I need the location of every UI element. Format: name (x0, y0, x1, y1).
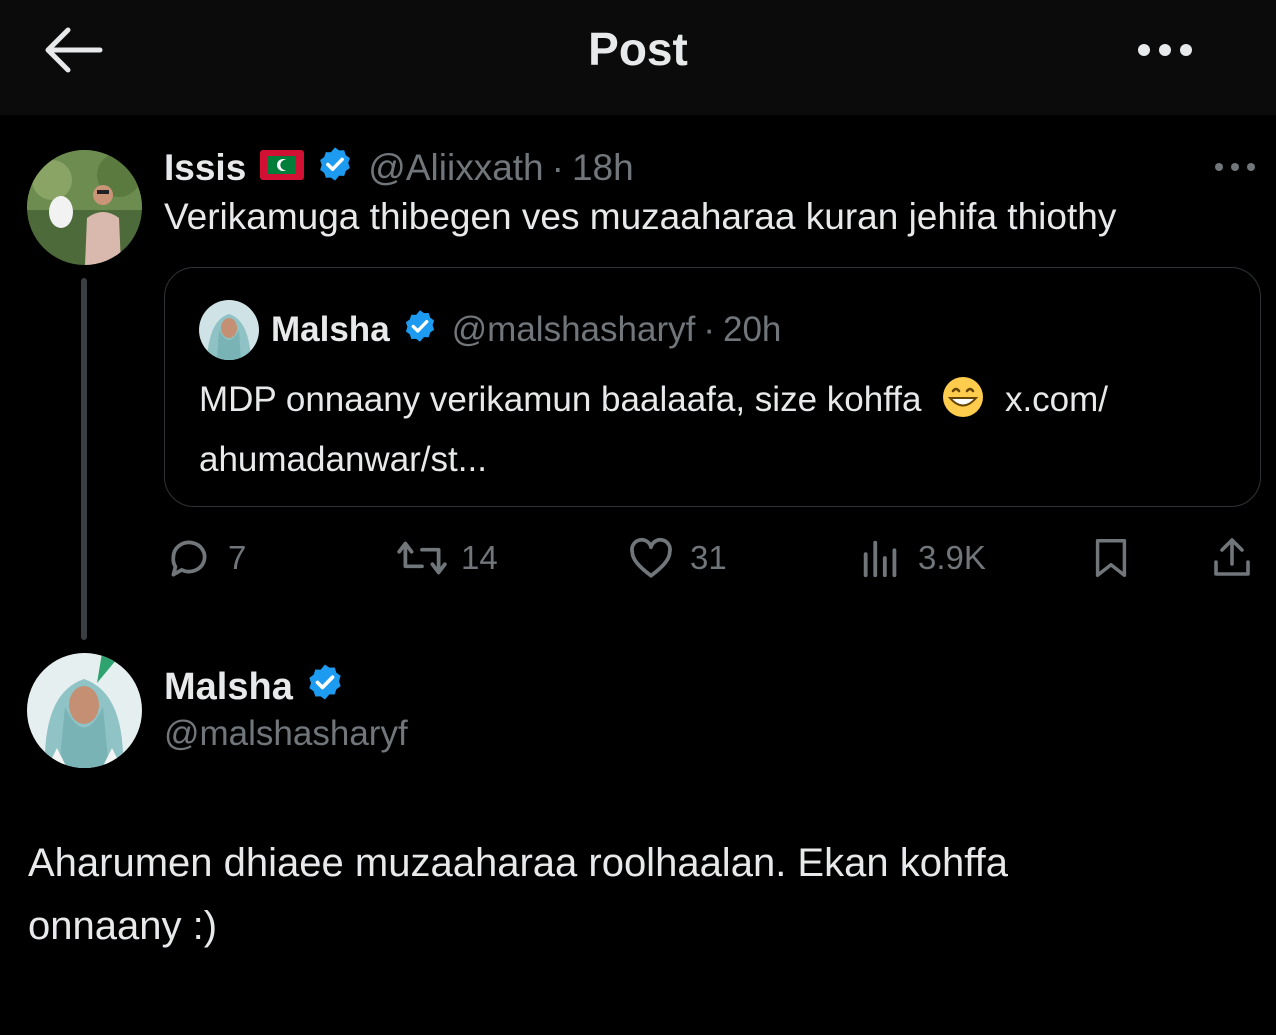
author-handle[interactable]: @Aliixxath (368, 147, 543, 189)
reply-bubble-icon (171, 540, 207, 577)
main-post-text: Aharumen dhiaee muzaaharaa roolhaalan. E… (28, 832, 1228, 958)
views-button[interactable]: 3.9K (858, 530, 986, 586)
quoted-author-handle: @malshasharyf (451, 310, 696, 349)
avatar-malsha[interactable] (27, 653, 142, 768)
author-name[interactable]: Issis (164, 147, 246, 189)
reply-post-header: Issis @Aliixxath · 18h (164, 146, 634, 190)
author-name[interactable]: Malsha (164, 666, 293, 709)
quoted-post-time: 20h (722, 310, 782, 349)
heart-icon (630, 537, 672, 578)
verified-badge-icon (402, 308, 438, 353)
separator-dot: · (551, 147, 564, 188)
quoted-post-text: MDP onnaany verikamun baalaafa, size koh… (199, 374, 1239, 486)
quoted-post-card[interactable]: Malsha @malshasharyf · 20h MDP onnaany v… (164, 267, 1261, 507)
thread-connector-line (81, 278, 87, 640)
quoted-author-name: Malsha (271, 310, 390, 349)
post-text: Verikamuga thibegen ves muzaaharaa kuran… (164, 196, 1117, 237)
quoted-link[interactable]: x.com/ (1005, 380, 1108, 419)
verified-badge-icon (305, 662, 345, 712)
more-horizontal-icon (1138, 44, 1192, 56)
post-more-button[interactable] (1208, 150, 1262, 184)
avatar-issis[interactable] (27, 150, 142, 265)
view-count: 3.9K (918, 539, 986, 576)
separator-dot: · (703, 310, 715, 349)
top-bar: Post (0, 0, 1276, 115)
bookmark-button[interactable] (1088, 530, 1134, 586)
like-button[interactable]: 31 (626, 530, 727, 586)
more-options-button[interactable] (1128, 30, 1200, 70)
post-time[interactable]: 18h (572, 147, 634, 189)
quoted-link-continued[interactable]: ahumadanwar/st... (199, 440, 487, 479)
bookmark-icon (1095, 539, 1127, 577)
grinning-face-emoji-icon (941, 375, 985, 434)
main-post-text-line: Aharumen dhiaee muzaaharaa roolhaalan. E… (28, 841, 1008, 885)
verified-badge-icon (316, 145, 354, 192)
reply-count: 7 (228, 539, 247, 576)
main-post-text-line: onnaany :) (28, 904, 218, 948)
avatar-malsha-small (199, 300, 259, 360)
main-post-author: Malsha (164, 662, 345, 712)
author-handle[interactable]: @malshasharyf (164, 714, 408, 754)
like-count: 31 (690, 539, 727, 576)
maldives-flag-icon (260, 147, 305, 189)
share-icon (1214, 538, 1250, 576)
analytics-bars-icon (863, 540, 897, 578)
quoted-post-header: Malsha @malshasharyf · 20h (199, 300, 782, 360)
more-horizontal-icon (1215, 163, 1255, 171)
repost-count: 14 (461, 539, 498, 576)
reply-button[interactable]: 7 (164, 530, 246, 586)
repost-icon (397, 541, 447, 575)
repost-button[interactable]: 14 (395, 530, 498, 586)
page-title: Post (588, 23, 688, 75)
arrow-left-icon (45, 27, 103, 73)
quoted-text-part: MDP onnaany verikamun baalaafa, size koh… (199, 380, 922, 419)
back-button[interactable] (38, 22, 108, 78)
share-button[interactable] (1208, 530, 1256, 586)
